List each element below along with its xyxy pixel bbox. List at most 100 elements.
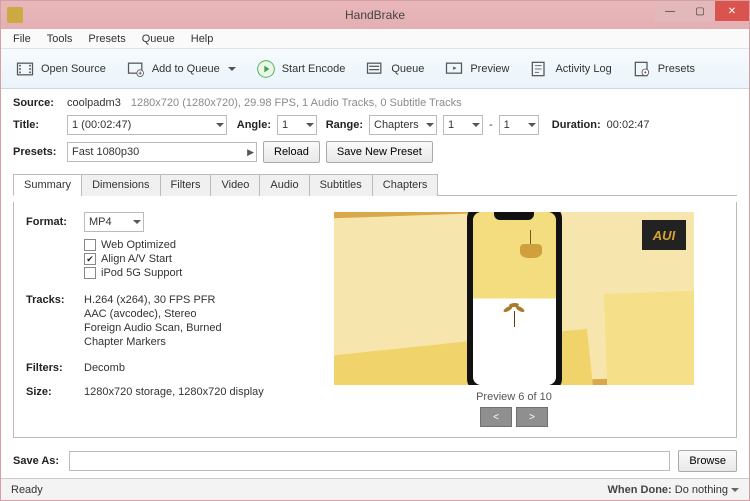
web-optimized-label: Web Optimized — [101, 239, 176, 251]
preview-next-button[interactable]: > — [516, 407, 548, 427]
track-line: Foreign Audio Scan, Burned — [84, 322, 222, 334]
source-name: coolpadm3 — [67, 97, 121, 109]
menu-presets[interactable]: Presets — [80, 33, 133, 45]
title-select[interactable]: 1 (00:02:47) — [67, 115, 227, 135]
when-done-label: When Done: — [608, 484, 672, 496]
align-av-label: Align A/V Start — [101, 253, 172, 265]
range-to-select[interactable]: 1 — [499, 115, 539, 135]
format-label: Format: — [26, 216, 78, 228]
web-optimized-checkbox[interactable]: Web Optimized — [83, 238, 296, 252]
angle-select[interactable]: 1 — [277, 115, 317, 135]
title-label: Title: — [13, 119, 61, 131]
range-to-value: 1 — [504, 119, 510, 131]
start-encode-label: Start Encode — [282, 63, 346, 75]
open-source-button[interactable]: Open Source — [7, 55, 114, 83]
presets-button[interactable]: Presets — [624, 55, 703, 83]
presets-row-label: Presets: — [13, 146, 61, 158]
chevron-down-icon — [216, 123, 224, 127]
close-button[interactable]: ✕ — [715, 1, 749, 21]
preview-icon — [444, 59, 464, 79]
ipod-5g-label: iPod 5G Support — [101, 267, 182, 279]
range-from-value: 1 — [448, 119, 454, 131]
tab-dimensions[interactable]: Dimensions — [81, 174, 160, 196]
ipod-5g-checkbox[interactable]: iPod 5G Support — [83, 266, 296, 280]
browse-button[interactable]: Browse — [678, 450, 737, 472]
when-done[interactable]: When Done: Do nothing — [608, 484, 739, 496]
range-dash: - — [489, 119, 493, 131]
window-title: HandBrake — [345, 8, 405, 22]
angle-label: Angle: — [233, 119, 271, 131]
app-icon — [7, 7, 23, 23]
reload-button[interactable]: Reload — [263, 141, 320, 163]
format-select[interactable]: MP4 — [84, 212, 144, 232]
align-av-checkbox[interactable]: ✔Align A/V Start — [83, 252, 296, 266]
preview-prev-button[interactable]: < — [480, 407, 512, 427]
track-line: Chapter Markers — [84, 336, 222, 348]
tracks-label: Tracks: — [26, 294, 78, 306]
queue-icon — [365, 59, 385, 79]
minimize-button[interactable]: — — [655, 1, 685, 21]
range-label: Range: — [323, 119, 363, 131]
preset-select[interactable]: Fast 1080p30 ▶ — [67, 142, 257, 162]
reload-label: Reload — [274, 146, 309, 158]
presets-label: Presets — [658, 63, 695, 75]
menu-help[interactable]: Help — [183, 33, 222, 45]
source-detail: 1280x720 (1280x720), 29.98 FPS, 1 Audio … — [131, 97, 462, 109]
range-from-select[interactable]: 1 — [443, 115, 483, 135]
browse-label: Browse — [689, 455, 726, 467]
menu-tools[interactable]: Tools — [39, 33, 81, 45]
queue-button[interactable]: Queue — [357, 55, 432, 83]
preset-value: Fast 1080p30 — [72, 146, 139, 158]
save-as-label: Save As: — [13, 455, 61, 467]
status-bar: Ready When Done: Do nothing — [1, 478, 749, 500]
tab-video[interactable]: Video — [210, 174, 260, 196]
maximize-button[interactable]: ▢ — [685, 1, 715, 21]
toolbar: Open Source Add to Queue Start Encode Qu… — [1, 49, 749, 89]
play-icon — [256, 59, 276, 79]
tab-filters[interactable]: Filters — [160, 174, 212, 196]
preview-button[interactable]: Preview — [436, 55, 517, 83]
preview-image: AUI — [334, 212, 694, 385]
format-value: MP4 — [89, 216, 112, 228]
chevron-down-icon — [306, 123, 314, 127]
tab-summary[interactable]: Summary — [13, 174, 82, 196]
duration-value: 00:02:47 — [607, 119, 650, 131]
add-to-queue-button[interactable]: Add to Queue — [118, 55, 244, 83]
queue-label: Queue — [391, 63, 424, 75]
duration-label: Duration: — [545, 119, 601, 131]
range-mode-select[interactable]: Chapters — [369, 115, 437, 135]
log-icon — [529, 59, 549, 79]
tab-chapters[interactable]: Chapters — [372, 174, 439, 196]
open-source-label: Open Source — [41, 63, 106, 75]
track-line: AAC (avcodec), Stereo — [84, 308, 222, 320]
chevron-down-icon — [472, 123, 480, 127]
menubar: File Tools Presets Queue Help — [1, 29, 749, 49]
presets-icon — [632, 59, 652, 79]
tab-audio[interactable]: Audio — [259, 174, 309, 196]
start-encode-button[interactable]: Start Encode — [248, 55, 354, 83]
chevron-right-icon: ▶ — [247, 147, 254, 158]
activity-log-button[interactable]: Activity Log — [521, 55, 619, 83]
activity-log-label: Activity Log — [555, 63, 611, 75]
chevron-down-icon — [731, 488, 739, 492]
menu-file[interactable]: File — [5, 33, 39, 45]
save-new-preset-button[interactable]: Save New Preset — [326, 141, 433, 163]
menu-queue[interactable]: Queue — [134, 33, 183, 45]
chevron-down-icon — [426, 123, 434, 127]
status-text: Ready — [11, 484, 43, 496]
checkbox-icon — [84, 267, 96, 279]
angle-value: 1 — [282, 119, 288, 131]
when-done-value: Do nothing — [675, 484, 728, 496]
title-value: 1 (00:02:47) — [72, 119, 131, 131]
chevron-down-icon — [228, 67, 236, 71]
filters-label: Filters: — [26, 362, 78, 374]
preview-label: Preview — [470, 63, 509, 75]
tab-subtitles[interactable]: Subtitles — [309, 174, 373, 196]
queue-add-icon — [126, 59, 146, 79]
chevron-down-icon — [133, 220, 141, 224]
preview-badge: AUI — [642, 220, 686, 250]
chevron-down-icon — [528, 123, 536, 127]
tabs: Summary Dimensions Filters Video Audio S… — [13, 173, 737, 196]
save-as-input[interactable] — [69, 451, 670, 471]
add-to-queue-label: Add to Queue — [152, 63, 220, 75]
